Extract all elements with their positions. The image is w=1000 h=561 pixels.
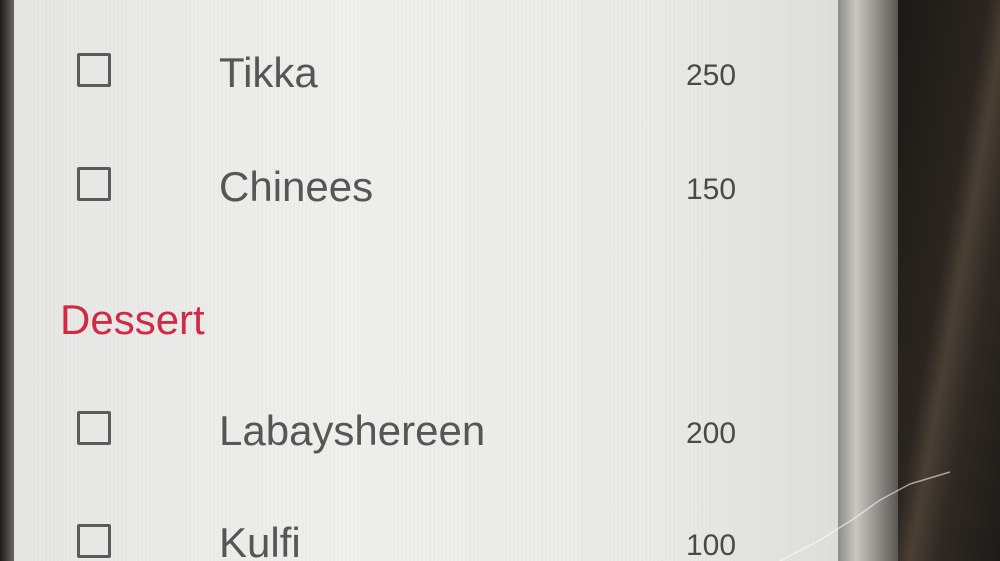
menu-item-price: 100 [686,529,737,561]
photo-scene: Tikka 250 Chinees 150 Dessert Labayshere… [0,0,1000,561]
menu-item-name: Kulfi [219,519,301,561]
menu-item-name: Labayshereen [219,407,486,454]
menu-item-row[interactable]: Kulfi 100 [14,498,838,561]
checkbox-icon[interactable] [77,524,111,558]
section-title-dessert: Dessert [60,296,205,343]
screen-left-edge [0,0,14,561]
checkbox-icon[interactable] [77,411,111,445]
menu-item-row[interactable]: Tikka 250 [14,28,838,118]
phone-bezel [838,0,898,561]
menu-item-row[interactable]: Labayshereen 200 [14,386,838,476]
menu-item-price: 150 [686,173,737,206]
menu-item-name: Chinees [219,163,374,210]
menu-item-price: 200 [686,417,737,450]
background-surface [898,0,1000,561]
menu-item-name: Tikka [219,49,318,96]
checkbox-icon[interactable] [77,167,111,201]
menu-item-price: 250 [686,59,737,92]
menu-item-row[interactable]: Chinees 150 [14,142,838,232]
phone-screen: Tikka 250 Chinees 150 Dessert Labayshere… [14,0,838,561]
checkbox-icon[interactable] [77,53,111,87]
